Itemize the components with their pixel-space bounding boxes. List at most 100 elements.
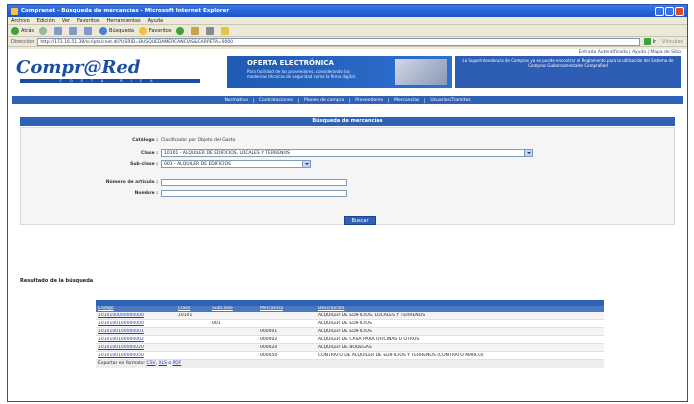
results-table: Código Clase SubClase Mercancía Descripc… (96, 300, 604, 368)
column-subclase[interactable]: SubClase (210, 306, 258, 312)
search-button[interactable]: Búsqueda (99, 26, 134, 35)
menu-edicion[interactable]: Edición (37, 18, 55, 24)
promo-banner[interactable]: OFERTA ELECTRÓNICA Para facilidad de los… (227, 56, 452, 88)
menu-archivo[interactable]: Archivo (11, 18, 30, 24)
main-page: Búsqueda de mercancías Catálogo : Clasif… (12, 105, 683, 395)
folder-icon (221, 26, 230, 35)
search-submit-button[interactable]: Buscar (344, 216, 376, 225)
nav-proveedores[interactable]: Proveedores (350, 97, 390, 103)
address-input[interactable]: http://172.16.51.38/scripts/cnet.dll?USR… (37, 37, 640, 46)
row-clase: 10101 (178, 312, 193, 318)
refresh-icon (69, 26, 78, 35)
menu-bar: Archivo Edición Ver Favoritos Herramient… (8, 17, 687, 25)
column-mercancia[interactable]: Mercancía (258, 306, 316, 312)
ie-icon (11, 7, 18, 15)
links-button[interactable]: Vínculos (662, 39, 683, 45)
column-codigo[interactable]: Código (96, 306, 176, 312)
stop-icon (54, 26, 63, 35)
favorites-label: Favoritos (148, 27, 172, 34)
nav-normativa[interactable]: Normativa (219, 97, 254, 103)
row-description: ALQUILER DE BODEGAS (318, 344, 372, 350)
go-label: Ir (652, 38, 657, 45)
print-button[interactable] (206, 26, 216, 35)
site-banner: Entrada Autentificada | Ayuda | Mapa de … (12, 49, 683, 95)
export-pdf-link[interactable]: PDF (173, 361, 182, 366)
maximize-button[interactable] (665, 6, 674, 16)
address-bar: Dirección http://172.16.51.38/scripts/cn… (8, 37, 687, 47)
top-links[interactable]: Entrada Autentificada | Ayuda | Mapa de … (579, 50, 681, 55)
catalog-row: Catálogo : Clasificador por Objeto del G… (101, 138, 235, 143)
name-label: Nombre : (134, 191, 158, 196)
menu-ver[interactable]: Ver (62, 18, 70, 24)
row-code-link[interactable]: 1010100100000001 (96, 329, 176, 335)
chevron-down-icon[interactable] (524, 150, 532, 156)
search-icon (99, 26, 108, 35)
go-button[interactable]: Ir (643, 38, 657, 45)
row-code-link[interactable]: 1010100100000002 (96, 337, 176, 343)
folder-button[interactable] (221, 26, 231, 35)
refresh-button[interactable] (69, 26, 79, 35)
logo-subtitle: COSTA RICA (20, 79, 200, 83)
name-row: Nombre : (101, 190, 347, 197)
forward-button[interactable] (39, 26, 49, 35)
search-label: Búsqueda (109, 27, 134, 34)
export-label: Exportar en formato: (98, 361, 146, 366)
row-code-link[interactable]: 1010100100000050 (96, 353, 176, 359)
export-xls-link[interactable]: XLS (159, 361, 167, 366)
chevron-down-icon[interactable] (302, 161, 310, 167)
minimize-button[interactable] (655, 6, 664, 16)
row-mercancia: 000001 (260, 328, 278, 334)
name-input[interactable] (161, 190, 347, 197)
notice-box[interactable]: La Superintendencia de Compras ya se pue… (455, 56, 681, 88)
class-select-value: 10101 - ALQUILER DE EDIFICIOS, LOCALES Y… (164, 150, 290, 156)
star-icon (138, 26, 147, 35)
subclass-select-value: 001 - ALQUILER DE EDIFICIOS (164, 161, 231, 167)
row-code-link[interactable]: 1010100100000020 (96, 345, 176, 351)
menu-herramientas[interactable]: Herramientas (107, 18, 141, 24)
export-separator-or: o (168, 361, 172, 366)
table-row: 1010100100000000 001 ALQUILER DE EDIFICIOS (96, 320, 604, 328)
print-icon (206, 26, 215, 35)
catalog-value: Clasificador por Objeto del Gasto (161, 138, 236, 143)
table-row: 1010100100000001 000001 ALQUILER DE EDIFIC… (96, 328, 604, 336)
table-row: 1010100100000002 000002 ALQUILER DE CASA P… (96, 336, 604, 344)
table-row: 1010100100000020 000020 ALQUILER DE BODEGA… (96, 344, 604, 352)
subclass-row: Sub-clase : 001 - ALQUILER DE EDIFICIOS (101, 160, 311, 168)
favorites-button[interactable]: Favoritos (138, 26, 172, 35)
browser-window: Compranet - Búsqueda de mercancías - Mic… (7, 4, 688, 402)
toolbar: Atrás Búsqueda Favoritos (8, 25, 687, 37)
class-select[interactable]: 10101 - ALQUILER DE EDIFICIOS, LOCALES Y… (161, 149, 533, 157)
row-code-link[interactable]: 1010100100000000 (96, 321, 176, 327)
menu-favoritos[interactable]: Favoritos (77, 18, 100, 24)
catalog-label: Catálogo : (132, 138, 158, 143)
menu-ayuda[interactable]: Ayuda (148, 18, 163, 24)
promo-photo (395, 59, 447, 85)
subclass-label: Sub-clase : (130, 161, 158, 167)
title-bar: Compranet - Búsqueda de mercancías - Mic… (8, 5, 687, 17)
stop-button[interactable] (54, 26, 64, 35)
back-button[interactable]: Atrás (11, 26, 35, 35)
promo-title: OFERTA ELECTRÓNICA (247, 59, 334, 67)
row-code-link[interactable]: 1010100000000000 (96, 313, 176, 319)
row-description: ALQUILER DE EDIFICIOS (318, 328, 372, 334)
row-description: ALQUILER DE EDIFICIOS, LOCALES Y TERRENO… (318, 312, 426, 318)
close-button[interactable] (675, 6, 684, 16)
nav-planes-de-compra[interactable]: Planes de compra (299, 97, 351, 103)
nav-contrataciones[interactable]: Contrataciones (254, 97, 299, 103)
class-label: Clase : (141, 150, 158, 156)
nav-mercancias[interactable]: Mercancías (389, 97, 426, 103)
search-header: Búsqueda de mercancías (20, 117, 675, 126)
history-button[interactable] (176, 26, 186, 35)
column-clase[interactable]: Clase (176, 306, 210, 312)
mail-button[interactable] (191, 26, 201, 35)
nav-usuarios[interactable]: Usuarios/Tramites (425, 98, 475, 103)
home-button[interactable] (84, 26, 94, 35)
address-label: Dirección (11, 38, 35, 45)
back-label: Atrás (21, 27, 35, 34)
article-number-input[interactable] (161, 179, 347, 186)
export-row: Exportar en formato: CSV, XLS o PDF (96, 360, 604, 368)
export-csv-link[interactable]: CSV (147, 361, 156, 366)
row-subclase: 001 (212, 320, 221, 326)
subclass-select[interactable]: 001 - ALQUILER DE EDIFICIOS (161, 160, 311, 168)
column-descripcion[interactable]: Descripción (316, 306, 604, 312)
